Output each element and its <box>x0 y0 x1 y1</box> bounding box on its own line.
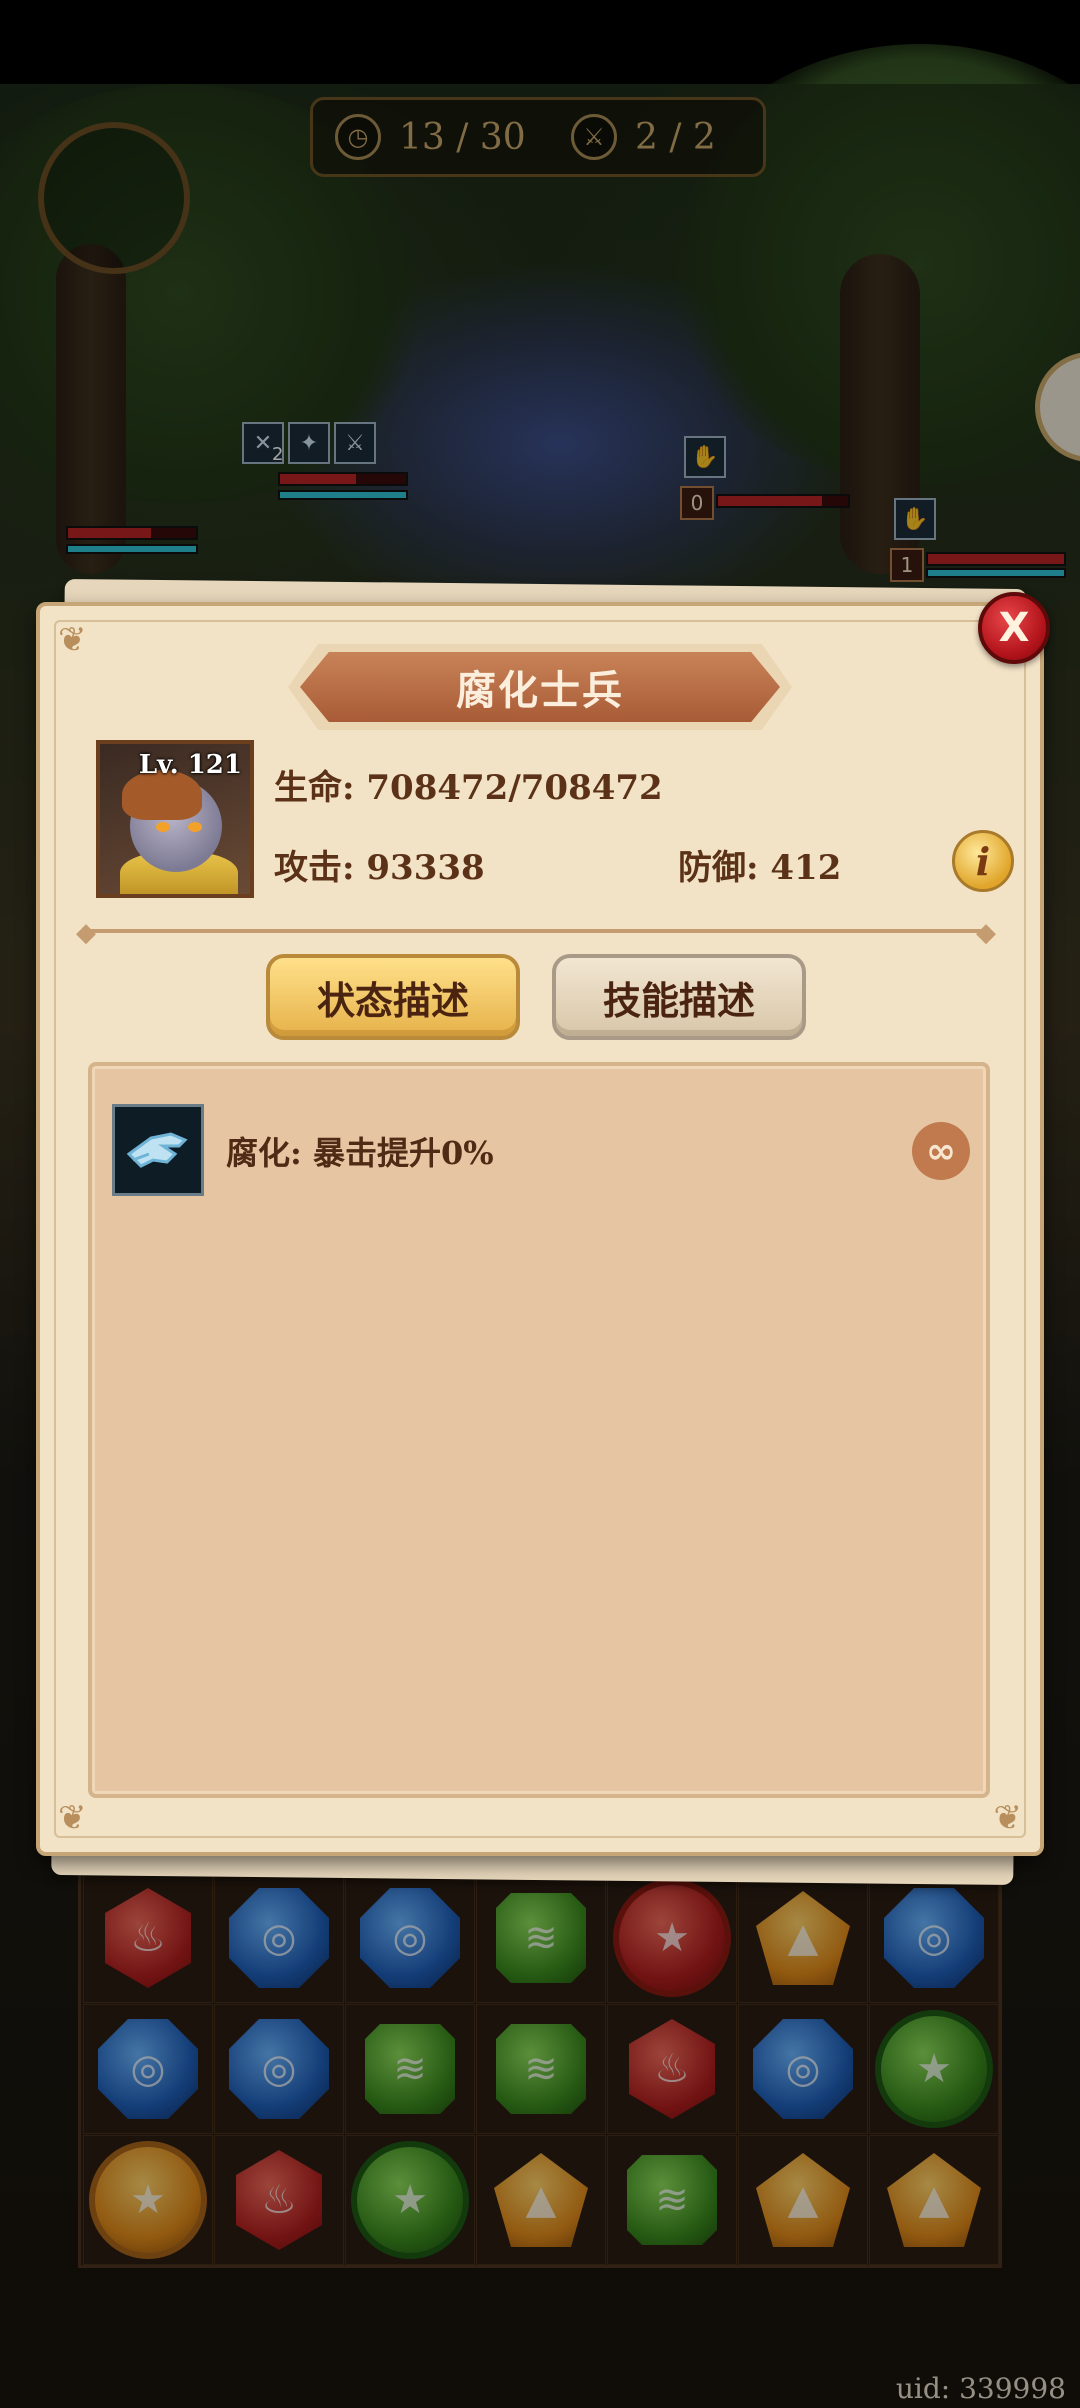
info-button[interactable]: i <box>952 830 1014 892</box>
tab-status-label: 状态描述 <box>316 977 469 1023</box>
infinite-duration-icon: ∞ <box>912 1122 970 1180</box>
enemy-level: Lv. 121 <box>138 750 242 780</box>
info-icon: i <box>975 838 991 884</box>
infinity-symbol: ∞ <box>926 1130 956 1172</box>
portrait-eye <box>156 822 170 832</box>
portrait-eye <box>188 822 202 832</box>
status-list-panel <box>88 1062 990 1798</box>
enemy-portrait: Lv. 121 <box>96 740 254 898</box>
enemy-defense: 防御: 412 <box>678 848 842 888</box>
status-effect-text: 腐化: 暴击提升0% <box>226 1134 494 1172</box>
enemy-hp: 生命: 708472/708472 <box>274 768 663 808</box>
tab-status-description[interactable]: 状态描述 <box>266 954 520 1040</box>
section-divider <box>90 929 990 933</box>
close-icon: X <box>998 605 1030 651</box>
tab-skill-label: 技能描述 <box>602 977 755 1023</box>
title-ribbon: 腐化士兵 <box>300 652 780 722</box>
divider-ornament: ◆ <box>976 918 996 948</box>
tab-skill-description[interactable]: 技能描述 <box>552 954 806 1040</box>
corruption-hand-icon <box>112 1104 204 1196</box>
game-screen: ◷ 13 / 30 ⚔ 2 / 2 ✕ 2 ✦ ⚔ ✋ 0 ✋ 1 ♨ ◎ ◎ ≋ ★ ▲… <box>0 0 1080 2408</box>
corner-ornament: ❦ <box>58 1798 87 1838</box>
close-button[interactable]: X <box>978 592 1050 664</box>
divider-ornament: ◆ <box>76 918 96 948</box>
corruption-hand-glyph <box>126 1132 188 1168</box>
corner-ornament: ❦ <box>993 1798 1023 1838</box>
enemy-attack: 攻击: 93338 <box>274 848 485 888</box>
enemy-name: 腐化士兵 <box>456 667 624 714</box>
corner-ornament: ❦ <box>58 620 87 660</box>
